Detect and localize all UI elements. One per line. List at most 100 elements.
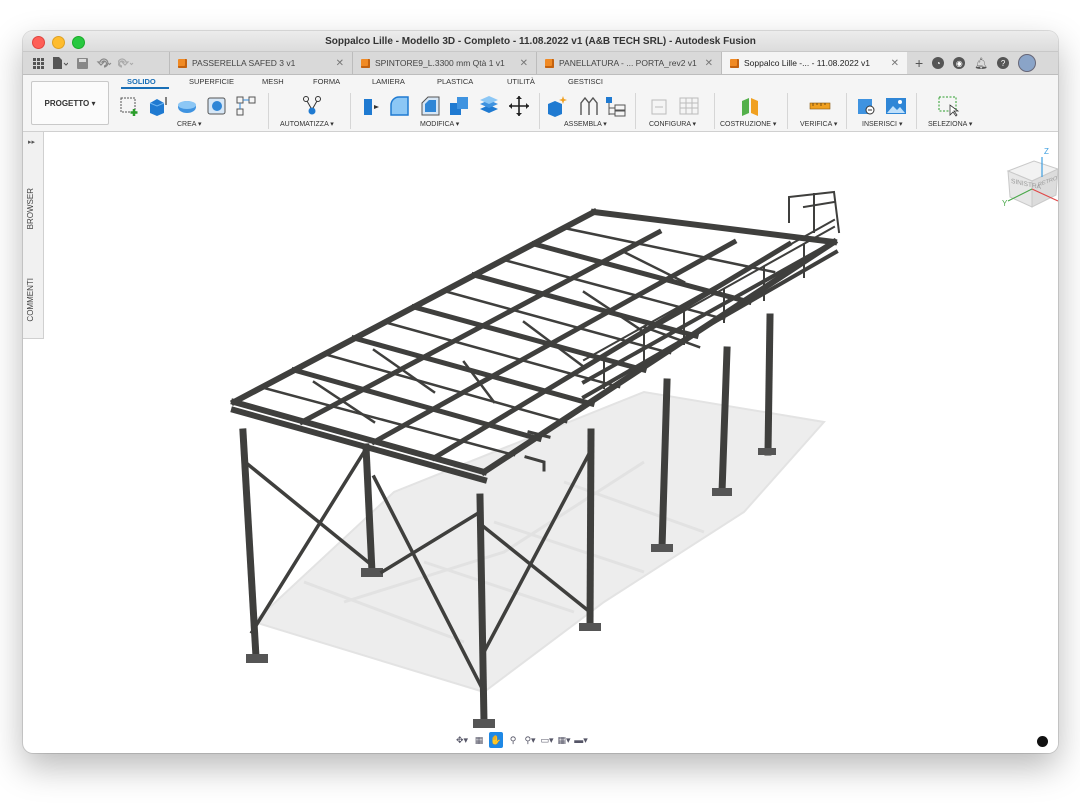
tab-label: PASSERELLA SAFED 3 v1 bbox=[192, 58, 296, 68]
document-tab[interactable]: PASSERELLA SAFED 3 v1 ✕ bbox=[169, 52, 352, 74]
construction-plane-icon[interactable] bbox=[739, 95, 761, 117]
design-file-icon bbox=[178, 58, 187, 68]
redo-icon[interactable] bbox=[117, 55, 135, 71]
create-sketch-icon[interactable] bbox=[119, 95, 141, 117]
close-tab-icon[interactable]: ✕ bbox=[520, 58, 528, 69]
group-automatizza[interactable]: AUTOMATIZZA ▾ bbox=[280, 120, 334, 128]
chamfer-icon[interactable] bbox=[419, 95, 441, 117]
minimize-window-button[interactable] bbox=[52, 36, 65, 49]
group-seleziona[interactable]: SELEZIONA ▾ bbox=[928, 120, 972, 128]
joint-icon[interactable] bbox=[577, 95, 599, 117]
tab-solido[interactable]: SOLIDO bbox=[127, 77, 156, 86]
document-tab[interactable]: SPINTORE9_L.3300 mm Qtà 1 v1 ✕ bbox=[352, 52, 536, 74]
window-controls bbox=[32, 36, 85, 49]
group-verifica[interactable]: VERIFICA ▾ bbox=[800, 120, 837, 128]
fusion-status-icon[interactable] bbox=[1037, 736, 1048, 747]
tab-utilita[interactable]: UTILITÀ bbox=[507, 77, 535, 86]
look-at-icon[interactable]: ▦ bbox=[472, 732, 486, 748]
extensions-icon[interactable]: ◔ bbox=[932, 57, 945, 69]
toolbar-separator bbox=[916, 93, 917, 129]
automate-icon[interactable] bbox=[301, 95, 323, 117]
job-status-icon[interactable]: ◉ bbox=[953, 57, 966, 69]
user-avatar[interactable] bbox=[1018, 54, 1037, 72]
document-tab-active[interactable]: Soppalco Lille -... - 11.08.2022 v1 ✕ bbox=[721, 52, 907, 74]
group-modifica[interactable]: MODIFICA ▾ bbox=[420, 120, 459, 128]
tab-mesh[interactable]: MESH bbox=[262, 77, 284, 86]
close-tab-icon[interactable]: ✕ bbox=[705, 58, 713, 69]
design-file-icon bbox=[545, 58, 554, 68]
browser-panel-toggle[interactable]: BROWSER bbox=[26, 188, 35, 229]
tab-label: PANELLATURA - ... PORTA_rev2 v1 bbox=[559, 58, 697, 68]
configuration-table-icon[interactable] bbox=[678, 95, 700, 117]
steel-mezzanine-model[interactable] bbox=[44, 132, 1058, 753]
display-settings-icon[interactable]: ▭▾ bbox=[540, 732, 554, 748]
group-assembla[interactable]: ASSEMBLA ▾ bbox=[564, 120, 607, 128]
toolbar-separator bbox=[350, 93, 351, 129]
toolbar-separator bbox=[268, 93, 269, 129]
viewports-icon[interactable]: ▬▾ bbox=[574, 732, 588, 748]
configure-icon[interactable] bbox=[649, 95, 671, 117]
viewcube[interactable]: SINISTRA RETRO Z X Y bbox=[994, 147, 1058, 219]
help-icon[interactable]: ? bbox=[997, 57, 1010, 69]
tab-plastica[interactable]: PLASTICA bbox=[437, 77, 473, 86]
pattern-icon[interactable] bbox=[235, 95, 257, 117]
workspace-switcher[interactable]: PROGETTO ▾ bbox=[31, 81, 109, 125]
save-icon[interactable] bbox=[73, 55, 91, 71]
zoom-window-button[interactable] bbox=[72, 36, 85, 49]
select-icon[interactable] bbox=[938, 95, 960, 117]
group-costruzione[interactable]: COSTRUZIONE ▾ bbox=[720, 120, 776, 128]
comments-panel-toggle[interactable]: COMMENTI bbox=[26, 278, 35, 322]
toolbar-separator bbox=[846, 93, 847, 129]
notifications-icon[interactable]: 🔔︎ bbox=[974, 57, 988, 70]
insert-image-icon[interactable] bbox=[885, 95, 907, 117]
title-bar: Soppalco Lille - Modello 3D - Completo -… bbox=[23, 31, 1058, 52]
viewcube-axis-z: Z bbox=[1044, 147, 1049, 156]
app-grid-icon[interactable] bbox=[29, 55, 47, 71]
press-pull-icon[interactable] bbox=[360, 95, 382, 117]
expand-panel-icon[interactable]: ▸▸ bbox=[28, 138, 35, 146]
group-crea[interactable]: CREA ▾ bbox=[177, 120, 202, 128]
workspace-label: PROGETTO ▾ bbox=[44, 98, 96, 108]
zoom-icon[interactable]: ⚲ bbox=[506, 732, 520, 748]
group-inserisci[interactable]: INSERISCI ▾ bbox=[862, 120, 902, 128]
fillet-icon[interactable] bbox=[388, 95, 410, 117]
offset-face-icon[interactable] bbox=[478, 95, 500, 117]
file-menu-icon[interactable] bbox=[51, 55, 69, 71]
close-tab-icon[interactable]: ✕ bbox=[891, 58, 899, 69]
close-window-button[interactable] bbox=[32, 36, 45, 49]
3d-viewport[interactable]: SINISTRA RETRO Z X Y bbox=[44, 132, 1058, 753]
ribbon-toolbar: PROGETTO ▾ SOLIDO SUPERFICIE MESH FORMA … bbox=[23, 75, 1058, 132]
pan-icon[interactable]: ✋ bbox=[489, 732, 503, 748]
design-file-icon bbox=[730, 58, 739, 68]
close-tab-icon[interactable]: ✕ bbox=[336, 58, 344, 69]
new-component-icon[interactable] bbox=[546, 95, 568, 117]
tab-lamiera[interactable]: LAMIERA bbox=[372, 77, 405, 86]
measure-icon[interactable] bbox=[809, 95, 831, 117]
shell-icon[interactable] bbox=[206, 95, 228, 117]
combine-icon[interactable] bbox=[448, 95, 470, 117]
toolbar-separator bbox=[714, 93, 715, 129]
viewcube-axis-y: Y bbox=[1002, 199, 1008, 208]
tab-label: Soppalco Lille -... - 11.08.2022 v1 bbox=[744, 58, 871, 68]
design-file-icon bbox=[361, 58, 370, 68]
grid-settings-icon[interactable]: ▦▾ bbox=[557, 732, 571, 748]
revolve-icon[interactable] bbox=[176, 95, 198, 117]
group-configura[interactable]: CONFIGURA ▾ bbox=[649, 120, 696, 128]
tab-superficie[interactable]: SUPERFICIE bbox=[189, 77, 234, 86]
move-icon[interactable] bbox=[508, 95, 530, 117]
tab-label: SPINTORE9_L.3300 mm Qtà 1 v1 bbox=[375, 58, 505, 68]
undo-icon[interactable] bbox=[95, 55, 113, 71]
orbit-icon[interactable]: ✥▾ bbox=[455, 732, 469, 748]
new-tab-icon[interactable]: + bbox=[915, 55, 923, 71]
header-actions: + ◔ ◉ 🔔︎ ? bbox=[915, 54, 1037, 72]
fit-icon[interactable]: ⚲▾ bbox=[523, 732, 537, 748]
side-panel: ▸▸ BROWSER COMMENTI bbox=[23, 132, 44, 339]
document-tab[interactable]: PANELLATURA - ... PORTA_rev2 v1 ✕ bbox=[536, 52, 721, 74]
tab-gestisci[interactable]: GESTISCI bbox=[568, 77, 603, 86]
insert-derive-icon[interactable] bbox=[856, 95, 878, 117]
document-tab-bar: PASSERELLA SAFED 3 v1 ✕ SPINTORE9_L.3300… bbox=[23, 52, 1058, 75]
extrude-icon[interactable] bbox=[147, 95, 169, 117]
tab-forma[interactable]: FORMA bbox=[313, 77, 340, 86]
toolbar-separator bbox=[635, 93, 636, 129]
component-tree-icon[interactable] bbox=[605, 95, 627, 117]
